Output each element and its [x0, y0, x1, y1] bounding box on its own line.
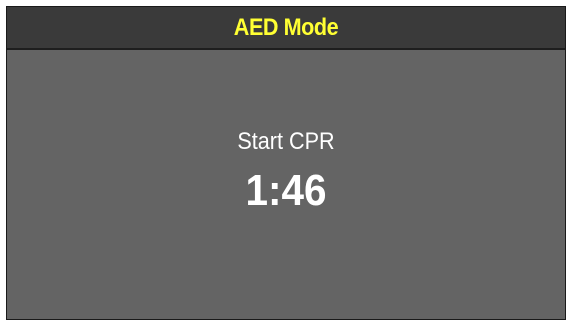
mode-header-bar: AED Mode	[7, 7, 565, 50]
aed-display-screen: AED Mode Start CPR 1:46	[6, 6, 566, 320]
mode-title: AED Mode	[233, 13, 339, 41]
cpr-countdown-timer: 1:46	[245, 166, 327, 215]
main-display-area: Start CPR 1:46	[7, 50, 565, 319]
cpr-instruction: Start CPR	[237, 128, 335, 155]
